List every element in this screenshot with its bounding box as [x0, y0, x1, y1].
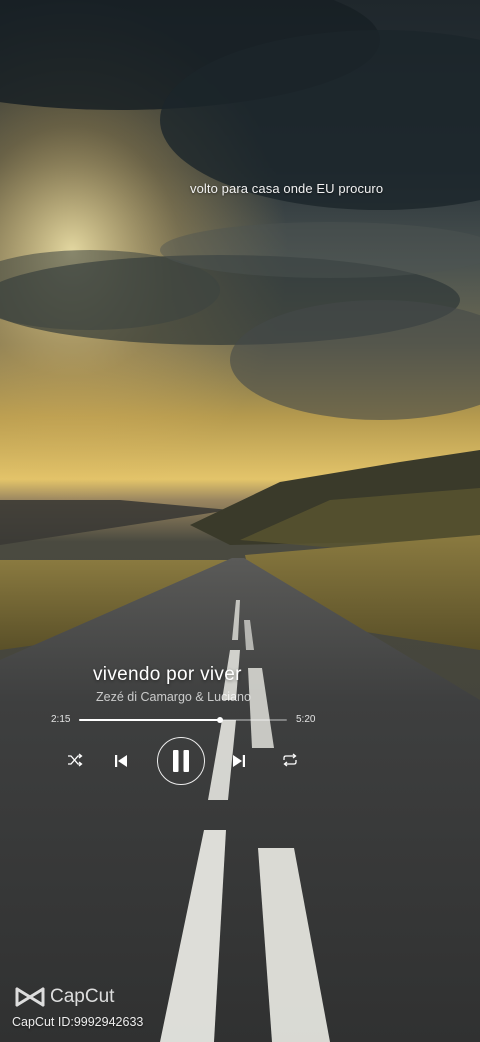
repeat-icon: [283, 753, 297, 767]
next-button[interactable]: [230, 752, 248, 770]
progress-fill: [79, 719, 221, 721]
capcut-watermark: CapCut: [14, 986, 114, 1008]
watermark-brand: CapCut: [50, 986, 115, 1007]
song-title: vivendo por viver: [93, 664, 242, 685]
repeat-button[interactable]: [281, 751, 299, 769]
total-time: 5:20: [296, 714, 316, 725]
elapsed-time: 2:15: [51, 714, 71, 725]
pause-button[interactable]: [157, 737, 205, 785]
capcut-logo-icon: [15, 987, 45, 1007]
watermark-id: CapCut ID:9992942633: [12, 1015, 144, 1029]
background-image: [0, 0, 480, 1042]
previous-button[interactable]: [112, 752, 130, 770]
pause-icon: [173, 750, 189, 772]
lyric-line: volto para casa onde EU procuro: [190, 181, 384, 196]
skip-next-icon: [233, 755, 245, 767]
progress-bar[interactable]: [79, 717, 287, 723]
shuffle-icon: [68, 753, 83, 767]
shuffle-button[interactable]: [66, 751, 84, 769]
skip-previous-icon: [115, 755, 127, 767]
artist-name: Zezé di Camargo & Luciano: [96, 690, 251, 704]
